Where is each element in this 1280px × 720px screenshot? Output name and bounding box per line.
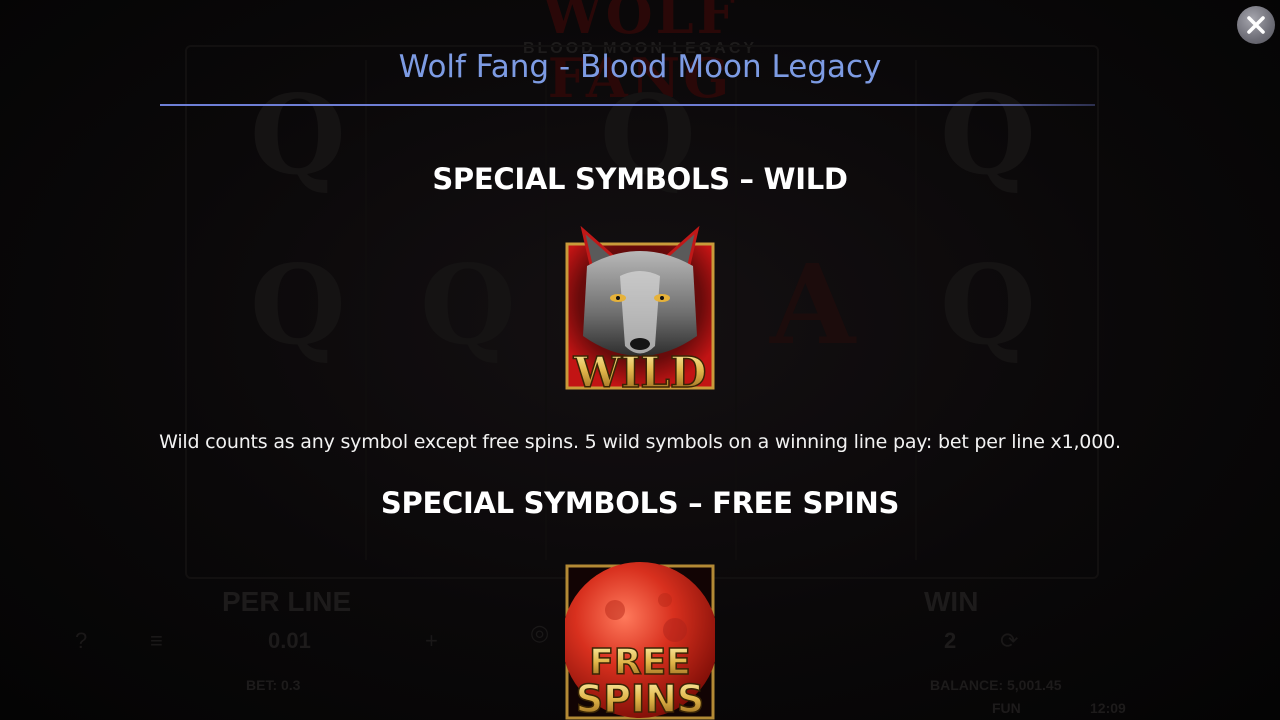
per-line-value: 0.01 [268, 628, 311, 653]
svg-text:WILD: WILD [573, 348, 707, 392]
blood-moon-free-spins-icon: FREE SPINS [565, 560, 715, 720]
paytable-screen: WOLF FANG BLOOD MOON LEGACY Q Q Q Q Q A … [0, 0, 1280, 720]
reel-divider [735, 60, 737, 560]
spin-icon: ◎ [530, 620, 550, 645]
reel-divider [545, 60, 547, 560]
mode-text: FUN [992, 700, 1021, 716]
menu-icon: ≡ [150, 628, 163, 653]
section-heading-wild: SPECIAL SYMBOLS – WILD [432, 162, 848, 196]
clock-text: 12:09 [1090, 700, 1126, 716]
wolf-wild-icon: WILD [565, 226, 715, 392]
page-title: Wolf Fang - Blood Moon Legacy [398, 49, 882, 85]
close-icon [1247, 16, 1265, 34]
balance-text: BALANCE: 5,001.45 [930, 677, 1062, 693]
autoplay-icon: ⟳ [1000, 628, 1019, 653]
reel-symbol: Q [940, 240, 1036, 369]
win-label: WIN [924, 586, 979, 617]
per-line-label: PER LINE [222, 586, 352, 617]
close-button[interactable] [1237, 6, 1275, 44]
reel-symbol: Q [250, 240, 346, 369]
reel-symbol: Q [420, 240, 516, 369]
reel-divider [365, 60, 367, 560]
bet-minus-icon: + [425, 628, 438, 653]
svg-text:SPINS: SPINS [576, 677, 705, 720]
title-divider [160, 104, 1095, 106]
wild-description: Wild counts as any symbol except free sp… [159, 431, 1121, 453]
reel-divider [915, 60, 917, 560]
help-icon: ? [75, 628, 88, 653]
win-value: 2 [944, 628, 957, 653]
reel-symbol: A [770, 240, 856, 369]
section-heading-free-spins: SPECIAL SYMBOLS – FREE SPINS [380, 486, 900, 520]
bet-text: BET: 0.3 [246, 677, 301, 693]
